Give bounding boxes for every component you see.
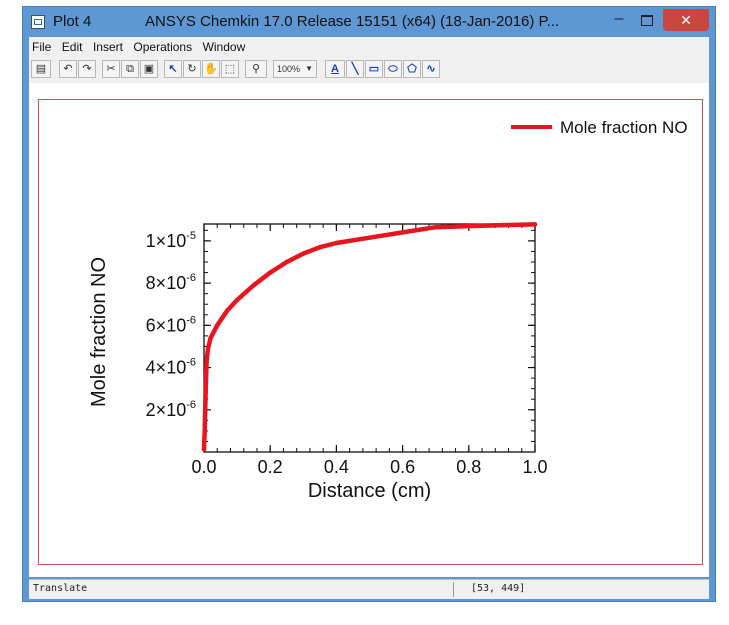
menu-operations[interactable]: Operations [133,37,192,57]
y-tick-label: 8×10-6 [146,272,196,293]
x-tick-label: 0.8 [456,457,481,477]
menu-insert[interactable]: Insert [93,37,123,57]
x-tick-label: 0.0 [191,457,216,477]
series-line-mole-fraction-no [201,222,538,452]
plot-area[interactable]: Mole fraction NO 0.0 0.2 0.4 0.6 0.8 1.0 2×10-… [29,83,709,577]
legend: Mole fraction NO [511,118,688,137]
x-tick-label: 0.6 [390,457,415,477]
data-point [204,359,209,364]
chart-svg: Mole fraction NO 0.0 0.2 0.4 0.6 0.8 1.02×10-… [88,118,688,502]
maximize-button[interactable] [634,9,660,31]
redo-icon[interactable]: ↷ [78,60,96,78]
title-bar[interactable]: Plot 4 ANSYS Chemkin 17.0 Release 15151 … [23,7,715,37]
select-arrow-icon[interactable]: ↖ [164,60,182,78]
freehand-tool-icon[interactable]: ∿ [422,60,440,78]
zoom-box-icon[interactable]: ⬚ [221,60,239,78]
line-tool-icon[interactable]: ╲ [346,60,364,78]
y-tick-label: 2×10-6 [146,399,196,420]
window-subtitle: ANSYS Chemkin 17.0 Release 15151 (x64) (… [145,13,560,30]
data-point [301,251,306,256]
y-tick-exponent: -6 [186,357,196,369]
undo-icon[interactable]: ↶ [59,60,77,78]
y-tick-mantissa: 4×10 [146,358,187,378]
data-point [499,222,505,228]
status-bar: Translate [53, 449] [29,579,709,599]
maximize-icon [641,15,653,26]
pan-hand-icon[interactable]: ✋ [202,60,220,78]
data-point [317,245,323,250]
data-point [234,297,240,303]
close-icon: ✕ [680,12,692,28]
zoom-value: 100% [277,64,301,74]
ellipse-tool-icon[interactable]: ⬭ [384,60,402,78]
plot-frame [203,223,536,453]
copy-icon[interactable]: ⧉ [121,60,139,78]
minimize-icon: – [614,10,624,27]
y-tick-exponent: -6 [186,272,196,284]
data-point [203,403,208,408]
data-point [466,223,471,229]
rotate-icon[interactable]: ↻ [183,60,201,78]
data-point [224,308,230,313]
data-point [215,323,220,328]
paste-icon[interactable]: ▣ [140,60,158,78]
data-point [400,230,405,235]
y-tick-exponent: -5 [186,230,196,242]
chevron-down-icon: ▼ [305,64,313,73]
window-title: Plot 4 [53,13,92,30]
legend-label: Mole fraction NO [560,118,688,137]
status-divider [453,582,454,597]
minimize-button[interactable]: – [606,9,632,31]
status-coordinates: [53, 449] [471,583,526,594]
data-point [203,378,209,383]
polygon-tool-icon[interactable]: ⬠ [403,60,421,78]
x-axis-label: Distance (cm) [308,480,431,502]
data-point [208,335,213,341]
x-tick-label: 1.0 [522,457,547,477]
rectangle-tool-icon[interactable]: ▭ [365,60,383,78]
data-point [202,428,207,434]
y-tick-exponent: -6 [186,399,196,411]
y-tick-mantissa: 8×10 [146,273,187,293]
data-point [284,259,289,265]
data-point [201,447,207,452]
text-tool-icon[interactable]: A [325,60,345,78]
zoom-select[interactable]: 100% ▼ [273,60,317,78]
y-tick-label: 6×10-6 [146,314,196,335]
close-button[interactable]: ✕ [663,9,709,31]
y-tick-mantissa: 1×10 [146,231,187,251]
plot-window: Plot 4 ANSYS Chemkin 17.0 Release 15151 … [22,6,716,602]
print-icon[interactable]: ▤ [31,60,51,78]
y-tick-exponent: -6 [186,314,196,326]
data-point [367,235,372,240]
y-tick-mantissa: 6×10 [146,315,187,335]
y-tick-label: 1×10-5 [146,230,196,251]
y-tick-label: 4×10-6 [146,357,196,378]
x-tick-label: 0.2 [258,457,283,477]
data-point [268,270,273,275]
x-tick-label: 0.4 [324,457,349,477]
magnifier-icon[interactable]: ⚲ [245,60,267,78]
menu-edit[interactable]: Edit [62,37,83,57]
toolbar: ▤ ↶ ↷ ✂ ⧉ ▣ ↖ ↻ ✋ ⬚ ⚲ 100% ▼ A ╲ ▭ ⬭ ⬠ ∿ [29,57,709,83]
menu-window[interactable]: Window [203,37,246,57]
app-icon[interactable] [31,15,45,29]
y-axis-label: Mole fraction NO [88,257,110,407]
data-point [334,240,339,246]
y-tick-mantissa: 2×10 [146,400,187,420]
data-point [433,224,438,230]
data-point [251,283,256,288]
status-mode: Translate [33,583,88,594]
menu-bar: File Edit Insert Operations Window [29,37,709,57]
menu-file[interactable]: File [32,37,51,57]
data-point [532,222,538,227]
cut-icon[interactable]: ✂ [102,60,120,78]
data-point [205,346,211,351]
